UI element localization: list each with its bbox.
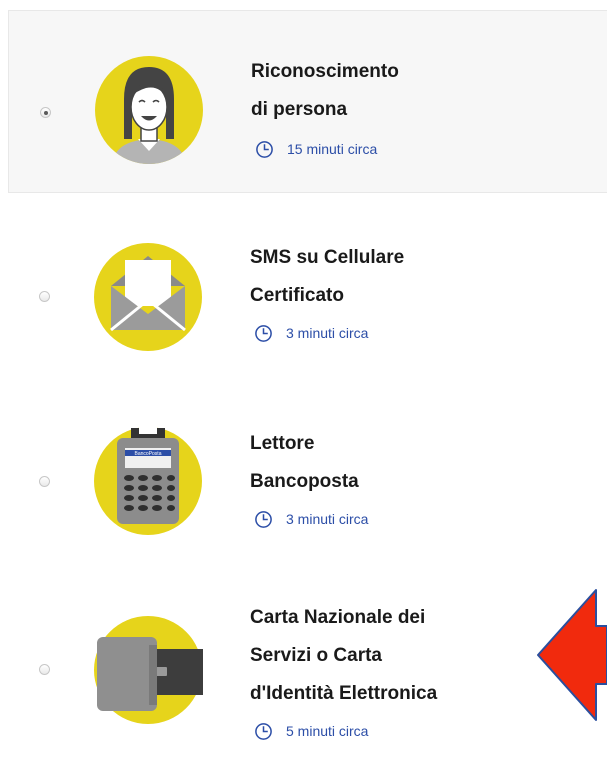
duration-row: 3 minuti circa — [254, 323, 368, 343]
identification-method-list: Riconoscimento di persona 15 minuti circ… — [0, 0, 607, 784]
duration-row: 15 minuti circa — [255, 139, 377, 159]
smart-card-icon — [94, 616, 203, 724]
title-line: Bancoposta — [250, 471, 359, 492]
title-line: Certificato — [250, 285, 344, 306]
duration-text: 5 minuti circa — [286, 723, 369, 739]
clock-icon — [255, 722, 272, 740]
option-national-services-card[interactable]: Carta Nazionale dei Servizi o Carta d'Id… — [8, 585, 607, 784]
clock-icon — [255, 324, 272, 342]
radio-in-person-recognition[interactable] — [40, 107, 51, 118]
title-line: Carta Nazionale dei — [250, 607, 426, 628]
option-title: Riconoscimento di persona — [251, 53, 399, 129]
radio-bancoposta-reader[interactable] — [39, 476, 50, 487]
clock-icon — [255, 510, 272, 528]
person-face-icon — [95, 56, 203, 164]
option-in-person-recognition[interactable]: Riconoscimento di persona 15 minuti circ… — [8, 10, 607, 193]
red-arrow-icon — [537, 589, 607, 721]
envelope-letter-icon — [94, 243, 202, 351]
title-line: Servizi o Carta — [250, 645, 382, 666]
title-line: Lettore — [250, 433, 315, 454]
option-title: SMS su Cellulare Certificato — [250, 239, 404, 315]
option-sms-certified-phone[interactable]: SMS su Cellulare Certificato 3 minuti ci… — [8, 215, 607, 380]
card-reader-icon: BancoPosta — [94, 426, 202, 535]
duration-text: 3 minuti circa — [286, 511, 369, 527]
duration-row: 3 minuti circa — [254, 509, 368, 529]
radio-national-services-card[interactable] — [39, 664, 50, 675]
title-line: Riconoscimento — [251, 61, 399, 82]
title-line: SMS su Cellulare — [250, 247, 405, 268]
radio-selected-dot — [44, 111, 48, 115]
duration-row: 5 minuti circa — [254, 721, 368, 741]
option-bancoposta-reader[interactable]: BancoPosta Lettore Bancoposta 3 minuti c… — [8, 400, 607, 565]
radio-sms-certified-phone[interactable] — [39, 291, 50, 302]
duration-text: 3 minuti circa — [286, 325, 369, 341]
duration-text: 15 minuti circa — [287, 141, 378, 157]
option-title: Lettore Bancoposta — [250, 425, 359, 501]
clock-icon — [256, 140, 273, 158]
title-line: di persona — [251, 99, 348, 120]
title-line: d'Identità Elettronica — [250, 683, 438, 704]
option-title: Carta Nazionale dei Servizi o Carta d'Id… — [250, 599, 437, 713]
card-reader-brand: BancoPosta — [135, 451, 162, 457]
